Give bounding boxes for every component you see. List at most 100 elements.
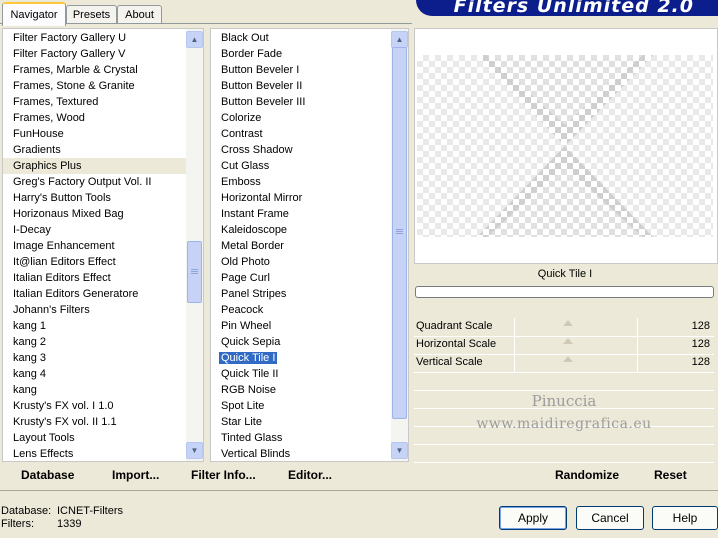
filter-item[interactable]: Spot Lite [211, 398, 391, 414]
category-item[interactable]: Johann's Filters [3, 302, 186, 318]
list-item-label: Image Enhancement [13, 240, 115, 252]
list-item-label: Kaleidoscope [221, 224, 288, 236]
filter-item[interactable]: Cut Glass [211, 158, 391, 174]
category-item[interactable]: kang 1 [3, 318, 186, 334]
filter-info-button[interactable]: Filter Info... [191, 468, 256, 482]
help-button[interactable]: Help [652, 506, 718, 530]
footer-divider [0, 490, 718, 491]
list-item-label: Cross Shadow [221, 144, 293, 156]
filter-item[interactable]: Black Out [211, 30, 391, 46]
list-item-label: kang 2 [13, 336, 47, 348]
filter-item[interactable]: Quick Sepia [211, 334, 391, 350]
filter-item[interactable]: Old Photo [211, 254, 391, 270]
import-button[interactable]: Import... [112, 468, 159, 482]
category-item[interactable]: kang 2 [3, 334, 186, 350]
category-item[interactable]: kang 3 [3, 350, 186, 366]
cancel-button[interactable]: Cancel [576, 506, 644, 530]
title-banner: Filters Unlimited 2.0 [416, 0, 718, 16]
filter-item[interactable]: Star Lite [211, 414, 391, 430]
category-item[interactable]: Harry's Button Tools [3, 190, 186, 206]
category-item[interactable]: Frames, Wood [3, 110, 186, 126]
category-item[interactable]: Layout Tools [3, 430, 186, 446]
chevron-down-icon[interactable]: ▼ [186, 442, 203, 459]
filter-item[interactable]: Page Curl [211, 270, 391, 286]
category-item[interactable]: Frames, Marble & Crystal [3, 62, 186, 78]
param-value: 128 [691, 320, 710, 332]
param-label: Vertical Scale [416, 356, 483, 368]
category-item[interactable]: Image Enhancement [3, 238, 186, 254]
param-vertical-scale[interactable]: Vertical Scale 128 [414, 354, 714, 373]
category-item[interactable]: Krusty's FX vol. I 1.0 [3, 398, 186, 414]
filter-listbox[interactable]: Black Out Border Fade Button Beveler I Butt… [210, 28, 409, 462]
reset-button[interactable]: Reset [654, 468, 687, 482]
category-item[interactable]: Graphics Plus [3, 158, 186, 174]
filter-item[interactable]: Peacock [211, 302, 391, 318]
category-item[interactable]: Horizonaus Mixed Bag [3, 206, 186, 222]
category-item[interactable]: Italian Editors Effect [3, 270, 186, 286]
list-item-label: Frames, Textured [13, 96, 99, 108]
list-item-label: Krusty's FX vol. I 1.0 [13, 400, 114, 412]
list-item-label: I-Decay [13, 224, 51, 236]
list-item-label: Layout Tools [13, 432, 75, 444]
filter-item[interactable]: Quick Tile II [211, 366, 391, 382]
editor-button[interactable]: Editor... [288, 468, 332, 482]
randomize-button[interactable]: Randomize [555, 468, 619, 482]
chevron-down-icon[interactable]: ▼ [391, 442, 408, 459]
filter-item[interactable]: Cross Shadow [211, 142, 391, 158]
category-item[interactable]: Lens Effects [3, 446, 186, 461]
filter-item[interactable]: Instant Frame [211, 206, 391, 222]
category-item[interactable]: Filter Factory Gallery U [3, 30, 186, 46]
apply-button[interactable]: Apply [499, 506, 567, 530]
param-slider[interactable] [514, 336, 638, 354]
tab-about[interactable]: About [117, 5, 162, 24]
category-item[interactable]: Filter Factory Gallery V [3, 46, 186, 62]
filter-item[interactable]: Button Beveler II [211, 78, 391, 94]
chevron-up-icon[interactable]: ▲ [391, 31, 408, 48]
filter-item[interactable]: Contrast [211, 126, 391, 142]
category-item[interactable]: kang 4 [3, 366, 186, 382]
category-scroll-thumb[interactable] [187, 241, 202, 303]
category-scrollbar[interactable]: ▲ ▼ [186, 29, 203, 461]
param-quadrant-scale[interactable]: Quadrant Scale 128 [414, 318, 714, 337]
filter-item[interactable]: Button Beveler III [211, 94, 391, 110]
progress-bar [415, 286, 714, 298]
category-listbox[interactable]: Filter Factory Gallery U Filter Factory G… [2, 28, 204, 462]
category-item[interactable]: Greg's Factory Output Vol. II [3, 174, 186, 190]
filter-item[interactable]: Tinted Glass [211, 430, 391, 446]
category-item[interactable]: Krusty's FX vol. II 1.1 [3, 414, 186, 430]
filter-item[interactable]: Kaleidoscope [211, 222, 391, 238]
category-item[interactable]: I-Decay [3, 222, 186, 238]
filter-item[interactable]: RGB Noise [211, 382, 391, 398]
filter-item[interactable]: Quick Tile I [211, 350, 391, 366]
category-item[interactable]: Gradients [3, 142, 186, 158]
filter-item[interactable]: Metal Border [211, 238, 391, 254]
category-item[interactable]: kang [3, 382, 186, 398]
list-item-label: Vertical Blinds [221, 448, 291, 460]
category-item[interactable]: Frames, Textured [3, 94, 186, 110]
filter-item[interactable]: Panel Stripes [211, 286, 391, 302]
filter-scroll-thumb[interactable] [392, 47, 407, 419]
category-item[interactable]: It@lian Editors Effect [3, 254, 186, 270]
list-item-label: Quick Sepia [221, 336, 281, 348]
tab-navigator[interactable]: Navigator [2, 2, 66, 26]
tab-presets[interactable]: Presets [66, 5, 117, 24]
filter-item[interactable]: Vertical Blinds [211, 446, 391, 461]
list-item-label: Emboss [221, 176, 261, 188]
filter-item[interactable]: Horizontal Mirror [211, 190, 391, 206]
category-item[interactable]: FunHouse [3, 126, 186, 142]
filter-item[interactable]: Emboss [211, 174, 391, 190]
list-item-label: Cut Glass [221, 160, 270, 172]
database-button[interactable]: Database [21, 468, 74, 482]
chevron-up-icon[interactable]: ▲ [186, 31, 203, 48]
list-item-label: Johann's Filters [13, 304, 90, 316]
category-item[interactable]: Frames, Stone & Granite [3, 78, 186, 94]
filter-item[interactable]: Colorize [211, 110, 391, 126]
param-horizontal-scale[interactable]: Horizontal Scale 128 [414, 336, 714, 355]
filter-scrollbar[interactable]: ▲ ▼ [391, 29, 408, 461]
param-slider[interactable] [514, 354, 638, 372]
filter-item[interactable]: Button Beveler I [211, 62, 391, 78]
filter-item[interactable]: Pin Wheel [211, 318, 391, 334]
filter-item[interactable]: Border Fade [211, 46, 391, 62]
param-slider[interactable] [514, 318, 638, 336]
category-item[interactable]: Italian Editors Generatore [3, 286, 186, 302]
